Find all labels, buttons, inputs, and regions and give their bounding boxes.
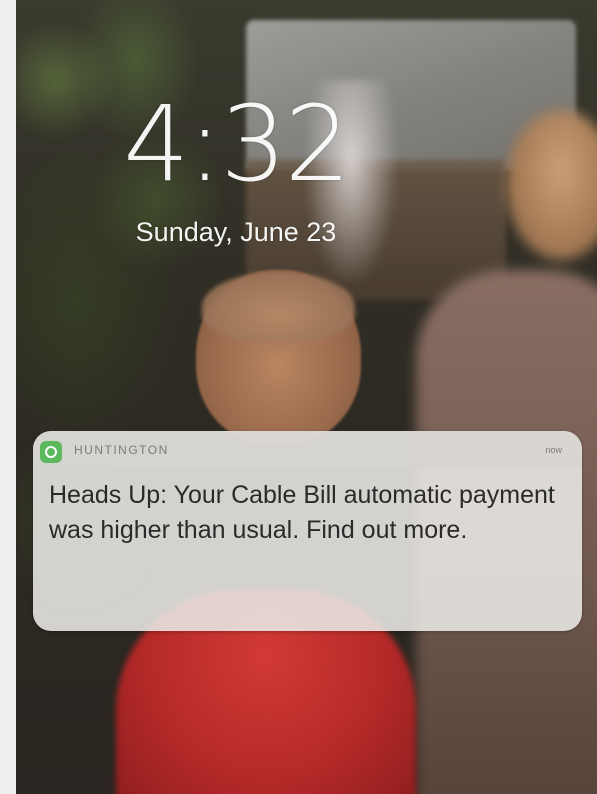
notification-card[interactable]: HUNTINGTON now Heads Up: Your Cable Bill…	[33, 431, 582, 631]
huntington-app-icon	[40, 441, 62, 463]
notification-message: Heads Up: Your Cable Bill automatic paym…	[49, 481, 555, 544]
device-frame	[0, 0, 16, 794]
wallpaper-child-hair	[202, 272, 355, 342]
notification-header: HUNTINGTON now	[33, 431, 582, 469]
lock-screen: 4:32 Sunday, June 23 HUNTINGTON now Head…	[0, 0, 597, 794]
lock-screen-date: Sunday, June 23	[135, 217, 337, 247]
notification-timestamp: now	[545, 445, 562, 455]
lock-screen-time: 4:32	[123, 83, 351, 205]
notification-app-name: HUNTINGTON	[74, 443, 169, 457]
wallpaper-adult-head	[506, 110, 597, 260]
